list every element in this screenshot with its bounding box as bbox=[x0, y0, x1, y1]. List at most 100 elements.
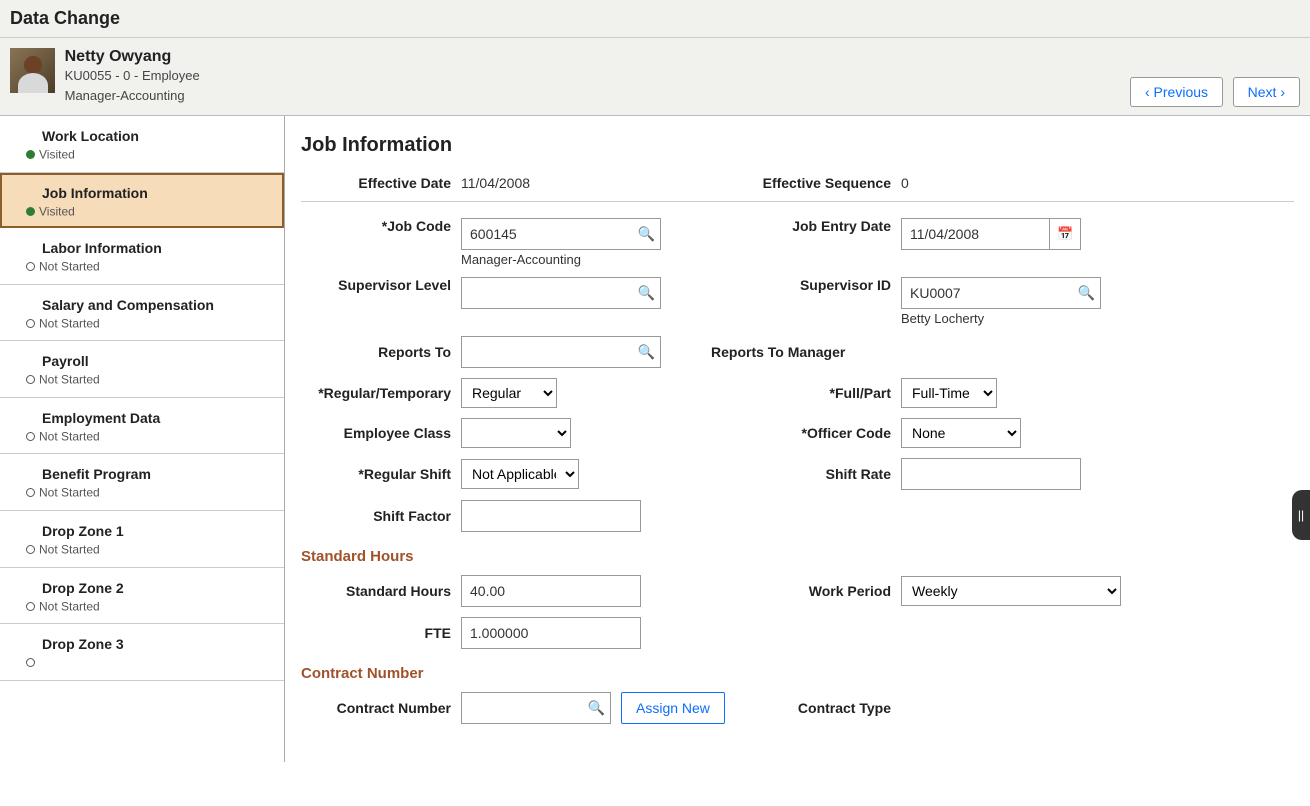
status-dot-icon bbox=[26, 150, 35, 159]
side-panel-handle[interactable]: || bbox=[1292, 490, 1310, 540]
regular-shift-label: *Regular Shift bbox=[301, 466, 461, 482]
status-dot-icon bbox=[26, 207, 35, 216]
job-code-label: *Job Code bbox=[301, 218, 461, 234]
step-title: Drop Zone 3 bbox=[42, 636, 266, 652]
sidebar-step-2[interactable]: Labor Information Not Started bbox=[0, 228, 284, 285]
work-period-select[interactable]: Weekly bbox=[901, 576, 1121, 606]
reports-to-mgr-label: Reports To Manager bbox=[711, 344, 901, 360]
step-title: Drop Zone 1 bbox=[42, 523, 266, 539]
step-status: Not Started bbox=[39, 429, 100, 443]
step-title: Payroll bbox=[42, 353, 266, 369]
standard-hours-label: Standard Hours bbox=[301, 583, 461, 599]
supervisor-id-input[interactable] bbox=[901, 277, 1101, 309]
previous-label: Previous bbox=[1154, 84, 1208, 100]
employee-class-select[interactable] bbox=[461, 418, 571, 448]
sidebar: Work Location Visited Job Information Visit… bbox=[0, 116, 285, 762]
step-title: Employment Data bbox=[42, 410, 266, 426]
next-button[interactable]: Next › bbox=[1233, 77, 1300, 107]
regular-shift-select[interactable]: Not Applicable bbox=[461, 459, 579, 489]
sidebar-step-3[interactable]: Salary and Compensation Not Started bbox=[0, 285, 284, 342]
step-status: Not Started bbox=[39, 486, 100, 500]
supervisor-level-label: Supervisor Level bbox=[301, 277, 461, 293]
supervisor-name: Betty Locherty bbox=[901, 311, 1121, 326]
contract-type-label: Contract Type bbox=[741, 700, 901, 716]
reports-to-label: Reports To bbox=[301, 344, 461, 360]
effective-seq-label: Effective Sequence bbox=[711, 175, 901, 191]
previous-button[interactable]: ‹ Previous bbox=[1130, 77, 1223, 107]
status-dot-icon bbox=[26, 545, 35, 554]
status-dot-icon bbox=[26, 658, 35, 667]
sidebar-step-4[interactable]: Payroll Not Started bbox=[0, 341, 284, 398]
regular-temp-label: *Regular/Temporary bbox=[301, 385, 461, 401]
step-title: Drop Zone 2 bbox=[42, 580, 266, 596]
sidebar-step-6[interactable]: Benefit Program Not Started bbox=[0, 454, 284, 511]
job-code-input[interactable] bbox=[461, 218, 661, 250]
employee-class-label: Employee Class bbox=[301, 425, 461, 441]
main-panel: Job Information Effective Date 11/04/200… bbox=[285, 116, 1310, 762]
divider bbox=[301, 201, 1294, 202]
full-part-select[interactable]: Full-Time bbox=[901, 378, 997, 408]
avatar bbox=[10, 48, 55, 93]
supervisor-id-label: Supervisor ID bbox=[711, 277, 901, 293]
step-status: Visited bbox=[39, 148, 75, 162]
sidebar-step-8[interactable]: Drop Zone 2 Not Started bbox=[0, 568, 284, 625]
step-status: Not Started bbox=[39, 260, 100, 274]
step-status: Not Started bbox=[39, 599, 100, 613]
shift-factor-input[interactable] bbox=[461, 500, 641, 532]
page-title: Data Change bbox=[10, 8, 1300, 29]
sidebar-step-7[interactable]: Drop Zone 1 Not Started bbox=[0, 511, 284, 568]
status-dot-icon bbox=[26, 319, 35, 328]
sidebar-step-9[interactable]: Drop Zone 3 bbox=[0, 624, 284, 681]
person-job-title: Manager-Accounting bbox=[65, 86, 200, 106]
nav-buttons: ‹ Previous Next › bbox=[1124, 77, 1300, 107]
fte-label: FTE bbox=[301, 625, 461, 641]
step-status: Not Started bbox=[39, 316, 100, 330]
step-title: Job Information bbox=[42, 185, 266, 201]
job-entry-date-label: Job Entry Date bbox=[711, 218, 901, 234]
step-title: Benefit Program bbox=[42, 466, 266, 482]
fte-input[interactable] bbox=[461, 617, 641, 649]
job-code-desc: Manager-Accounting bbox=[461, 252, 671, 267]
sidebar-step-1[interactable]: Job Information Visited bbox=[0, 173, 284, 229]
officer-code-select[interactable]: None bbox=[901, 418, 1021, 448]
status-dot-icon bbox=[26, 602, 35, 611]
status-dot-icon bbox=[26, 262, 35, 271]
effective-seq-value: 0 bbox=[901, 175, 1121, 191]
effective-date-label: Effective Date bbox=[301, 175, 461, 191]
shift-rate-input[interactable] bbox=[901, 458, 1081, 490]
section-title: Job Information bbox=[301, 134, 1294, 157]
top-bar: Data Change bbox=[0, 0, 1310, 38]
work-period-label: Work Period bbox=[711, 583, 901, 599]
person-info: Netty Owyang KU0055 - 0 - Employee Manag… bbox=[65, 48, 200, 105]
step-title: Salary and Compensation bbox=[42, 297, 266, 313]
step-status: Not Started bbox=[39, 373, 100, 387]
sidebar-step-5[interactable]: Employment Data Not Started bbox=[0, 398, 284, 455]
supervisor-level-input[interactable] bbox=[461, 277, 661, 309]
step-status: Visited bbox=[39, 204, 75, 218]
contract-number-input[interactable] bbox=[461, 692, 611, 724]
step-title: Labor Information bbox=[42, 240, 266, 256]
next-label: Next bbox=[1248, 84, 1277, 100]
reports-to-input[interactable] bbox=[461, 336, 661, 368]
person-name: Netty Owyang bbox=[65, 48, 200, 66]
chevron-left-icon: ‹ bbox=[1145, 84, 1150, 100]
assign-new-button[interactable]: Assign New bbox=[621, 692, 725, 724]
status-dot-icon bbox=[26, 488, 35, 497]
contract-number-label: Contract Number bbox=[301, 700, 461, 716]
status-dot-icon bbox=[26, 432, 35, 441]
person-id-line: KU0055 - 0 - Employee bbox=[65, 66, 200, 86]
person-bar: Netty Owyang KU0055 - 0 - Employee Manag… bbox=[0, 38, 1310, 116]
officer-code-label: *Officer Code bbox=[711, 425, 901, 441]
regular-temp-select[interactable]: Regular bbox=[461, 378, 557, 408]
standard-hours-input[interactable] bbox=[461, 575, 641, 607]
sidebar-step-0[interactable]: Work Location Visited bbox=[0, 116, 284, 173]
step-status: Not Started bbox=[39, 543, 100, 557]
shift-rate-label: Shift Rate bbox=[711, 466, 901, 482]
standard-hours-heading: Standard Hours bbox=[301, 548, 1294, 565]
step-title: Work Location bbox=[42, 128, 266, 144]
calendar-icon[interactable]: 📅 bbox=[1049, 218, 1081, 250]
contract-heading: Contract Number bbox=[301, 665, 1294, 682]
status-dot-icon bbox=[26, 375, 35, 384]
full-part-label: *Full/Part bbox=[711, 385, 901, 401]
chevron-right-icon: › bbox=[1280, 84, 1285, 100]
